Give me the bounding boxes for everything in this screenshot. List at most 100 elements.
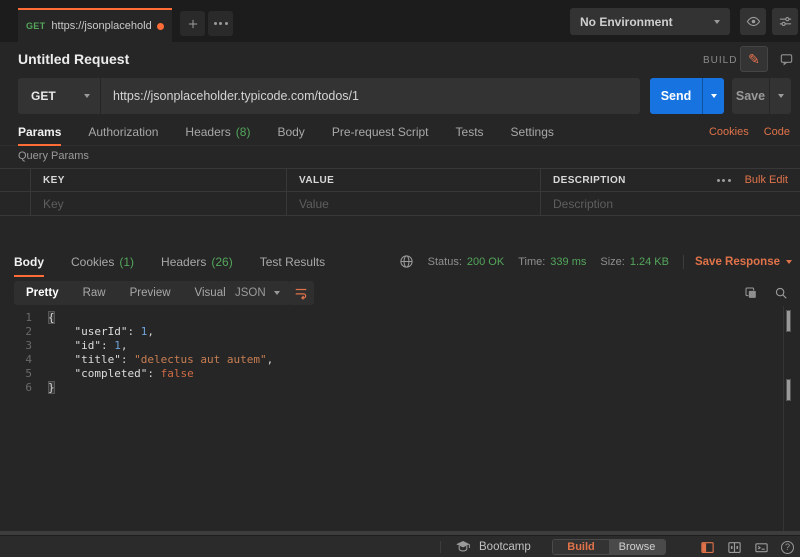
search-response-button[interactable]	[774, 286, 788, 300]
query-params-header-row: KEY VALUE DESCRIPTION Bulk Edit	[0, 168, 800, 192]
code-line: 5 "completed": false	[0, 367, 800, 381]
method-selector[interactable]: GET	[18, 78, 100, 114]
request-tab-pre-request-script[interactable]: Pre-request Script	[332, 118, 429, 146]
column-header-key: KEY	[43, 175, 65, 186]
bootcamp-button[interactable]: Bootcamp	[455, 536, 531, 557]
view-mode-group: PrettyRawPreviewVisualize	[14, 281, 252, 305]
request-tab-body[interactable]: Body	[277, 118, 304, 146]
divider	[683, 255, 684, 269]
column-header-value: VALUE	[299, 175, 334, 186]
request-tab-authorization[interactable]: Authorization	[88, 118, 158, 146]
row-handle-cell	[0, 169, 30, 191]
tab-options-button[interactable]	[208, 11, 233, 36]
query-params-empty-row: Key Value Description	[0, 192, 800, 216]
chevron-down-icon	[711, 94, 717, 98]
response-tab-test-results[interactable]: Test Results	[260, 246, 325, 277]
request-tab-settings[interactable]: Settings	[511, 118, 554, 146]
line-number: 3	[0, 339, 32, 353]
line-number: 1	[0, 311, 32, 325]
more-options-icon	[214, 22, 228, 25]
bootcamp-label: Bootcamp	[479, 541, 531, 553]
request-title[interactable]: Untitled Request	[18, 51, 129, 67]
response-body-editor: 1{2 "userId": 1,3 "id": 1,4 "title": "de…	[0, 306, 800, 531]
build-toggle[interactable]: Build	[553, 540, 609, 554]
tab-label: Authorization	[88, 125, 158, 139]
comments-button[interactable]	[774, 46, 798, 72]
tab-count: (8)	[236, 125, 251, 139]
tab-method-badge: GET	[26, 21, 45, 31]
request-tab-headers[interactable]: Headers(8)	[185, 118, 250, 146]
new-tab-button[interactable]	[180, 11, 205, 36]
save-options-button[interactable]	[770, 78, 791, 114]
code-line: 1{	[0, 311, 800, 325]
request-tab-params[interactable]: Params	[18, 118, 61, 146]
request-tab-tests[interactable]: Tests	[456, 118, 484, 146]
plus-icon	[187, 18, 199, 30]
chevron-down-icon	[786, 260, 792, 264]
view-tab-raw[interactable]: Raw	[71, 281, 118, 305]
environment-quick-look-button[interactable]	[740, 8, 766, 35]
save-response-label: Save Response	[695, 256, 780, 268]
console-button[interactable]	[754, 540, 769, 555]
unsaved-indicator-dot	[157, 23, 164, 30]
status-value: 200 OK	[467, 256, 504, 268]
environment-settings-button[interactable]	[772, 8, 798, 35]
response-meta: Status: 200 OK Time: 339 ms Size: 1.24 K…	[399, 246, 792, 277]
build-browse-toggle: Build Browse	[552, 539, 666, 555]
size-value: 1.24 KB	[630, 256, 669, 268]
view-tab-pretty[interactable]: Pretty	[14, 281, 71, 305]
url-input[interactable]: https://jsonplaceholder.typicode.com/tod…	[101, 78, 640, 114]
status-bar: Bootcamp Build Browse ?	[0, 535, 800, 557]
tab-strip: GET https://jsonplaceholder.typicod... N…	[0, 0, 800, 42]
response-tab-cookies[interactable]: Cookies(1)	[71, 246, 134, 277]
row-handle-cell	[0, 192, 30, 215]
value-input[interactable]: Value	[299, 197, 329, 211]
environment-selector[interactable]: No Environment	[570, 8, 730, 35]
request-tabs: Params Authorization Headers(8) Body Pre-req…	[18, 118, 554, 146]
response-tab-headers[interactable]: Headers(26)	[161, 246, 233, 277]
copy-response-button[interactable]	[744, 286, 758, 300]
scrollbar-thumb[interactable]	[786, 310, 791, 332]
view-tab-preview[interactable]: Preview	[118, 281, 183, 305]
tab-label: Body	[277, 125, 304, 139]
description-input[interactable]: Description	[553, 197, 613, 211]
send-options-button[interactable]	[702, 78, 724, 114]
send-label: Send	[661, 89, 692, 103]
question-mark-icon: ?	[785, 542, 790, 552]
key-input[interactable]: Key	[43, 197, 64, 211]
chevron-down-icon	[778, 94, 784, 98]
tab-label: Headers	[161, 255, 206, 269]
code-line: 6}	[0, 381, 800, 395]
column-header-description: DESCRIPTION	[553, 175, 626, 186]
tab-label: Settings	[511, 125, 554, 139]
url-value: https://jsonplaceholder.typicode.com/tod…	[113, 89, 359, 103]
browse-toggle[interactable]: Browse	[609, 540, 665, 554]
two-pane-view-button[interactable]	[727, 540, 742, 555]
send-button[interactable]: Send	[650, 78, 702, 114]
request-tab-open[interactable]: GET https://jsonplaceholder.typicod...	[18, 8, 172, 42]
tab-label: Cookies	[71, 255, 114, 269]
wrap-text-icon	[294, 286, 308, 300]
environment-name: No Environment	[580, 15, 714, 29]
params-more-options-icon[interactable]	[717, 179, 731, 182]
tab-label: Raw	[83, 287, 106, 299]
edit-request-button[interactable]: ✎	[740, 46, 768, 72]
bulk-edit-link[interactable]: Bulk Edit	[745, 174, 788, 186]
cookies-link[interactable]: Cookies	[709, 126, 749, 138]
size-label: Size:	[600, 256, 624, 268]
method-value: GET	[31, 89, 84, 103]
response-tabs: Body Cookies(1) Headers(26) Test Results	[14, 246, 325, 277]
scrollbar-thumb[interactable]	[786, 379, 791, 401]
toggle-sidebar-button[interactable]	[700, 540, 715, 555]
code-link[interactable]: Code	[764, 126, 790, 138]
tab-label: Test Results	[260, 255, 325, 269]
save-response-button[interactable]: Save Response	[695, 256, 792, 268]
help-button[interactable]: ?	[781, 541, 794, 554]
language-selector[interactable]: JSON	[225, 281, 290, 305]
tab-label: Pre-request Script	[332, 125, 429, 139]
response-tab-body[interactable]: Body	[14, 246, 44, 277]
code-line: 4 "title": "delectus aut autem",	[0, 353, 800, 367]
wrap-lines-button[interactable]	[288, 281, 314, 305]
url-row: GET https://jsonplaceholder.typicode.com…	[0, 78, 800, 114]
save-button[interactable]: Save	[732, 78, 769, 114]
